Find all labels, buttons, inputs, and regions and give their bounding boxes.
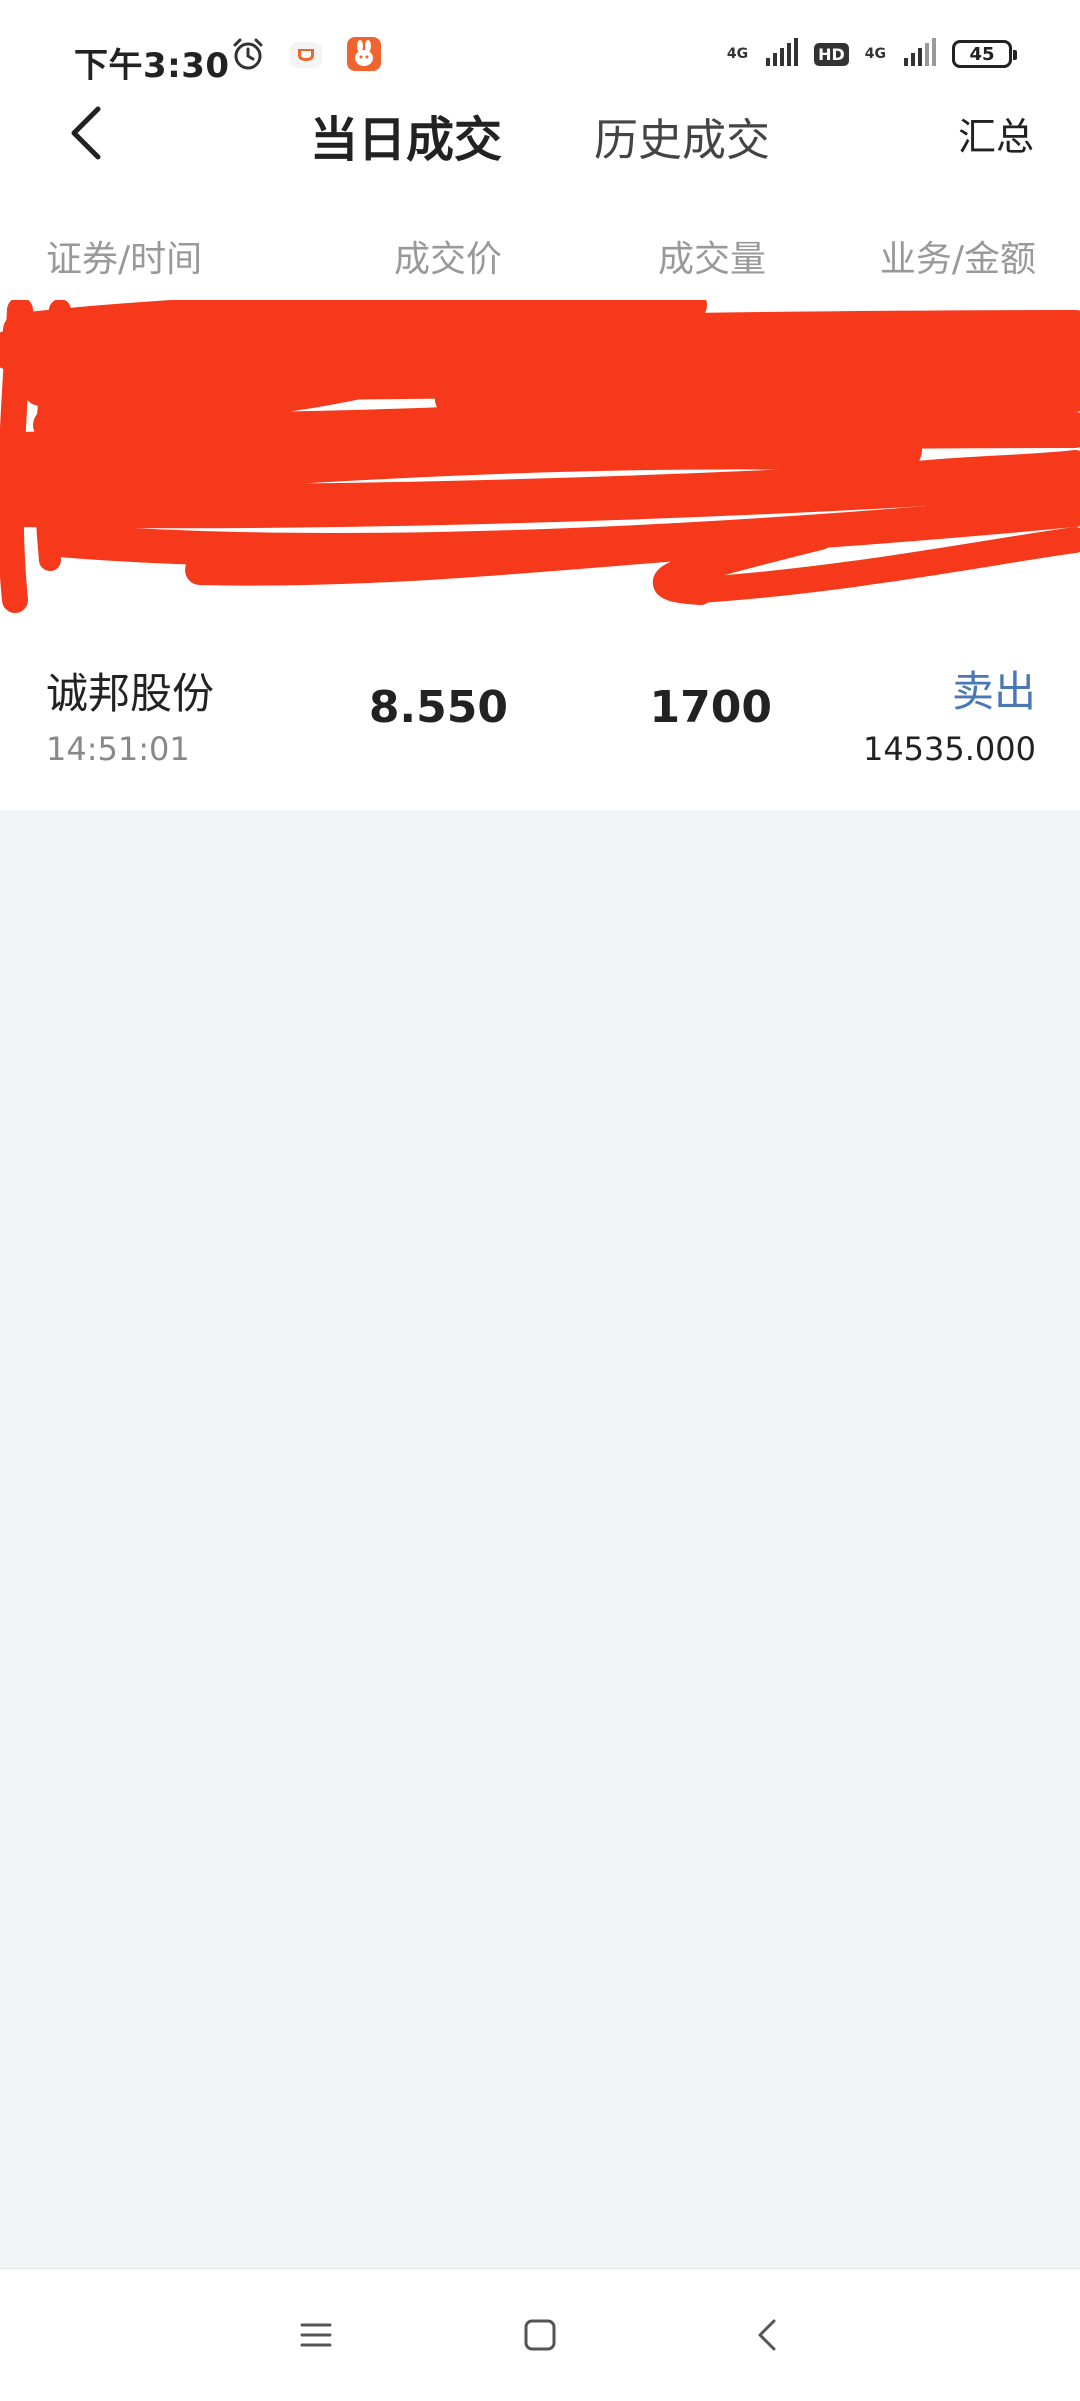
system-nav-bar: [0, 2268, 1080, 2401]
network-type-2: 4G: [864, 46, 886, 62]
system-back-button[interactable]: [742, 2309, 794, 2361]
tab-today-trades[interactable]: 当日成交: [310, 100, 502, 170]
menu-button[interactable]: [290, 2309, 342, 2361]
top-nav-bar: 当日成交 历史成交 汇总: [0, 80, 1080, 190]
header-security-time: 证券/时间: [46, 239, 203, 280]
signal-icon: [764, 38, 799, 70]
signal-icon: [902, 38, 936, 70]
stock-name: 诚邦股份: [46, 669, 215, 718]
trades-list: 证券/时间 成交价 成交量 业务/金额 诚邦股份 14:51:01 8.550 …: [0, 190, 1080, 810]
rabbit-app-icon: [346, 36, 382, 72]
table-row[interactable]: 诚邦股份 14:51:01 8.550 1700 卖出 14535.000: [0, 650, 1080, 810]
hd-badge: HD: [814, 42, 849, 66]
header-volume: 成交量: [658, 239, 767, 280]
battery-indicator: 45: [952, 40, 1017, 68]
redaction-scribble: [0, 300, 1080, 630]
trade-side: 卖出: [951, 667, 1036, 716]
trade-price: 8.550: [368, 682, 508, 733]
trade-volume: 1700: [649, 682, 772, 733]
header-price: 成交价: [394, 239, 503, 280]
system-back-icon: [758, 2319, 776, 2351]
tab-history-trades[interactable]: 历史成交: [594, 104, 770, 168]
header-side-amount: 业务/金额: [879, 239, 1036, 280]
cup-app-icon: [288, 36, 324, 72]
trade-amount: 14535.000: [862, 730, 1036, 768]
back-button[interactable]: [56, 98, 116, 168]
status-icons-left: [230, 36, 382, 72]
menu-icon: [300, 2323, 332, 2347]
home-button[interactable]: [514, 2309, 566, 2361]
home-icon: [524, 2319, 556, 2351]
status-icons-right: 4G HD 4G 45: [726, 38, 1017, 70]
back-icon: [71, 106, 101, 160]
summary-button[interactable]: 汇总: [958, 106, 1034, 161]
alarm-icon: [230, 36, 266, 72]
network-type-1: 4G: [726, 46, 749, 62]
trade-time: 14:51:01: [46, 730, 190, 768]
